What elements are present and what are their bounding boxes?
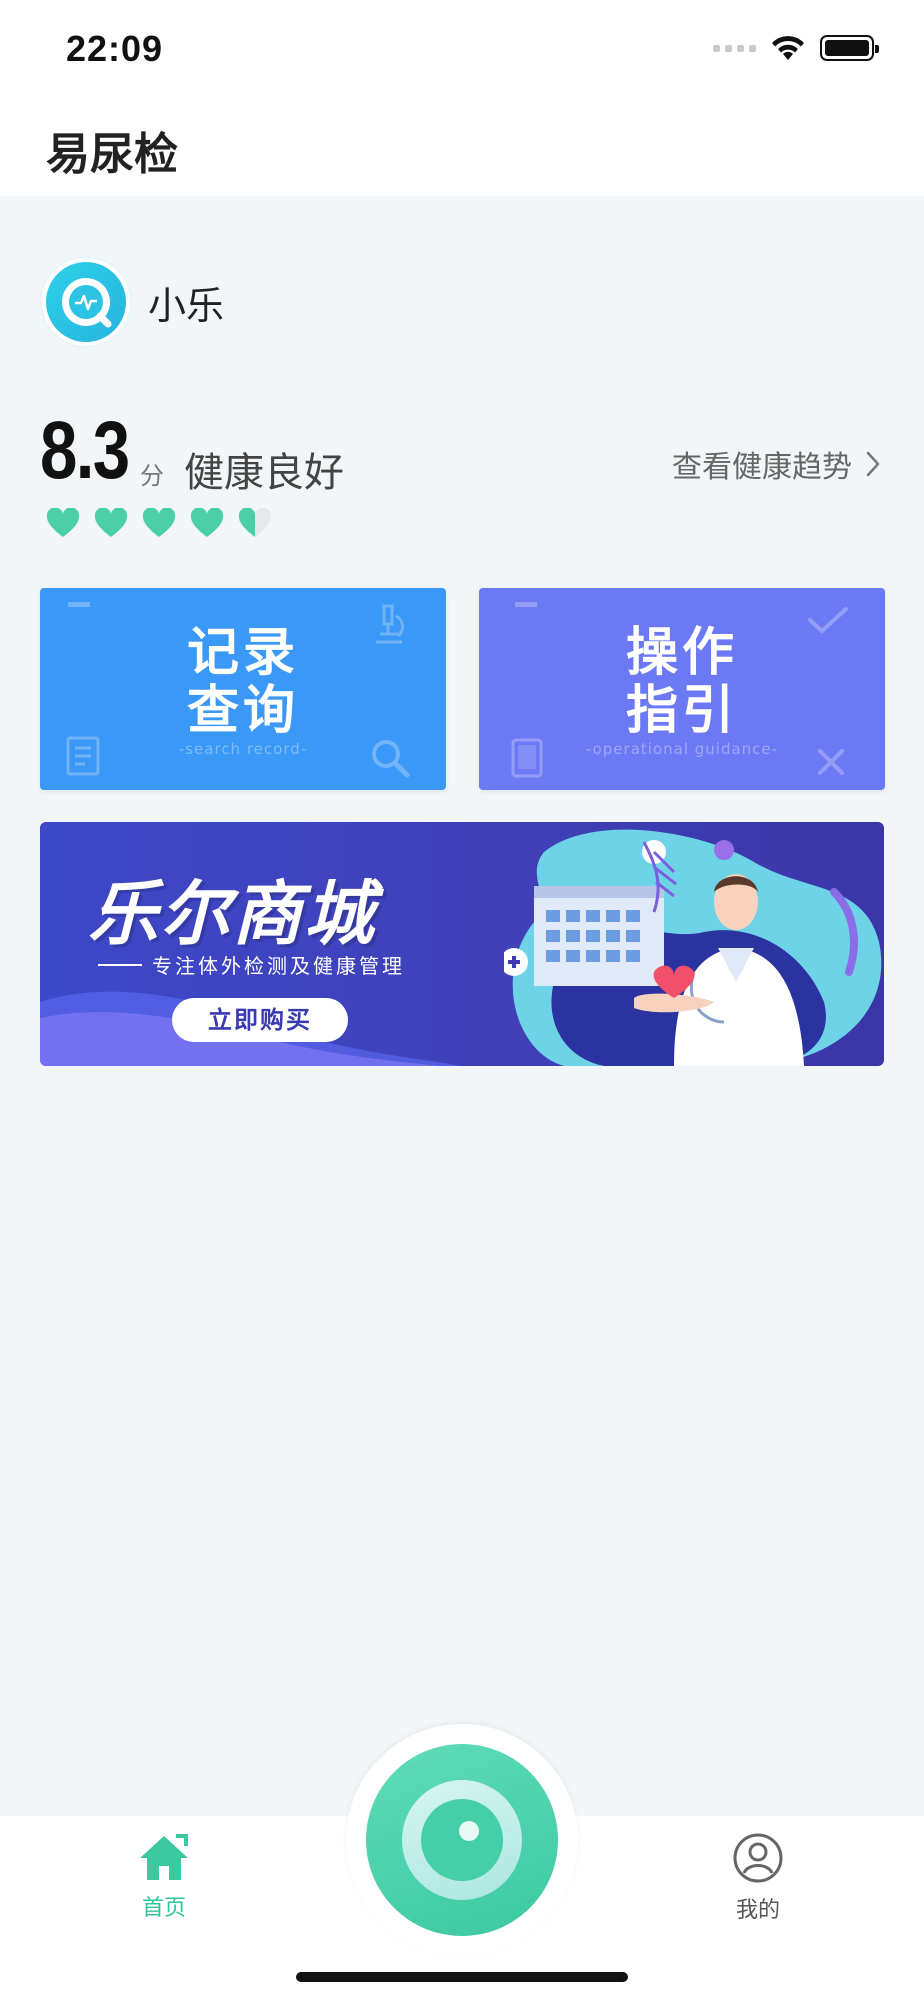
- health-score-row: 8.3 分 健康良好 查看健康趋势: [40, 404, 890, 496]
- buy-now-button[interactable]: 立即购买: [172, 998, 348, 1042]
- heart-full-icon: [142, 508, 176, 537]
- dash-icon: [68, 602, 90, 607]
- cellular-signal-icon: [713, 44, 756, 52]
- username: 小乐: [148, 283, 225, 328]
- app-logo-icon: [46, 262, 126, 342]
- dash-icon: [515, 602, 537, 607]
- home-icon: [140, 1834, 188, 1880]
- camera-lens-icon: [402, 1780, 522, 1900]
- record-query-title-line2: 查询: [186, 681, 299, 741]
- avatar[interactable]: [42, 258, 130, 346]
- banner-subtitle: 专注体外检测及健康管理: [98, 950, 405, 979]
- doctor-illustration: [504, 829, 882, 1066]
- heart-full-icon: [190, 508, 224, 537]
- user-profile-icon: [733, 1833, 783, 1883]
- mall-banner[interactable]: 乐尔商城 专注体外检测及健康管理 立即购买: [40, 822, 884, 1066]
- operation-guide-title-line1: 操作: [625, 623, 738, 683]
- health-score: 8.3: [40, 405, 130, 496]
- battery-icon: [820, 35, 879, 61]
- tab-home[interactable]: 首页: [104, 1832, 224, 1922]
- tab-mine[interactable]: 我的: [698, 1832, 818, 1924]
- heart-full-icon: [94, 508, 128, 537]
- record-query-card[interactable]: 记录 查询 -search record-: [40, 588, 446, 790]
- page-title: 易尿检: [46, 129, 178, 180]
- record-query-title: 记录 查询: [40, 624, 446, 740]
- home-indicator[interactable]: [296, 1972, 628, 1982]
- tab-mine-label: 我的: [735, 1898, 780, 1923]
- record-query-title-line1: 记录: [186, 623, 299, 683]
- record-query-subtitle: -search record-: [178, 740, 308, 758]
- status-time: 22:09: [66, 28, 164, 69]
- score-unit: 分: [140, 462, 164, 490]
- tab-home-label: 首页: [141, 1896, 186, 1921]
- operation-guide-subtitle: -operational guidance-: [585, 740, 779, 758]
- operation-guide-card[interactable]: 操作 指引 -operational guidance-: [479, 588, 885, 790]
- heart-full-icon: [46, 508, 80, 537]
- status-bar: 22:09: [0, 0, 924, 100]
- operation-guide-title-line2: 指引: [625, 681, 738, 741]
- health-rating-hearts: [46, 508, 272, 538]
- trend-link-label: 查看健康趋势: [672, 450, 852, 485]
- user-profile[interactable]: 小乐: [42, 258, 224, 346]
- wifi-icon: [772, 36, 804, 60]
- view-health-trend-link[interactable]: 查看健康趋势: [672, 442, 880, 486]
- chevron-right-icon: [866, 451, 880, 477]
- banner-title: 乐尔商城: [88, 873, 376, 955]
- health-status: 健康良好: [184, 450, 344, 496]
- app-bar: 易尿检: [0, 100, 924, 196]
- operation-guide-title: 操作 指引: [479, 624, 885, 740]
- scan-camera-button[interactable]: [366, 1744, 558, 1936]
- status-icons: [713, 34, 879, 62]
- heart-half-icon: [238, 508, 272, 537]
